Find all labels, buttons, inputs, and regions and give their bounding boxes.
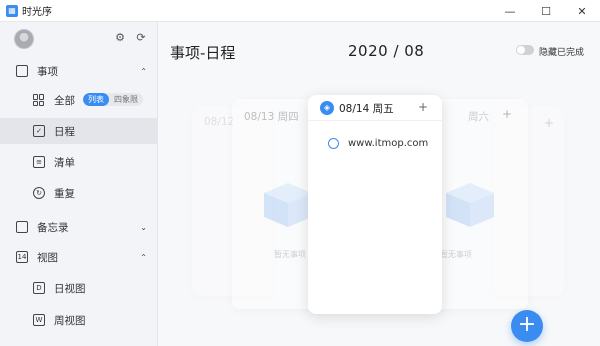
inbox-icon (16, 65, 28, 77)
add-task-plus-icon[interactable]: + (502, 107, 512, 121)
checkbox-icon: ✓ (33, 125, 45, 137)
sidebar-item-label: 事项 (37, 65, 58, 78)
avatar[interactable] (14, 29, 34, 49)
calendar-14-icon: 14 (16, 251, 28, 263)
sidebar-item-label: 全部 (54, 94, 75, 107)
hide-completed-toggle[interactable] (516, 45, 534, 55)
day-card-date: 08/12 (204, 116, 235, 128)
sidebar: ⚙ ⟳ 事项 ⌃ 全部 列表 四象限 ✓ 日程 ≡ 清单 ↻ 重复 备忘录 ⌄ … (0, 22, 158, 346)
repeat-icon: ↻ (33, 187, 45, 199)
sidebar-item-tasks[interactable]: 事项 ⌃ (0, 58, 157, 84)
settings-gear-icon[interactable]: ⚙ (113, 31, 127, 45)
list-icon: ≡ (33, 156, 45, 168)
day-view-icon: D (33, 282, 45, 294)
week-view-icon: W (33, 314, 45, 326)
sidebar-item-repeat[interactable]: ↻ 重复 (0, 180, 157, 206)
sidebar-item-list[interactable]: ≡ 清单 (0, 149, 157, 175)
calendar-badge-icon: ◈ (320, 101, 334, 115)
maximize-button[interactable]: ☐ (528, 0, 564, 22)
sync-refresh-icon[interactable]: ⟳ (134, 31, 148, 45)
sidebar-item-label: 日视图 (54, 282, 86, 295)
chevron-up-icon[interactable]: ⌃ (140, 253, 147, 262)
close-button[interactable]: ✕ (564, 0, 600, 22)
card-header: ◈ 08/14 周五 + (308, 95, 442, 121)
sidebar-item-memo[interactable]: 备忘录 ⌄ (0, 214, 157, 240)
memo-icon (16, 221, 28, 233)
view-mode-toggle: 列表 四象限 (83, 93, 143, 106)
day-card-0814[interactable]: ◈ 08/14 周五 + www.itmop.com (308, 95, 442, 314)
list-mode-button[interactable]: 列表 (83, 93, 109, 106)
add-task-plus-icon[interactable]: + (418, 100, 428, 114)
empty-state-text: 暂无事项 (440, 250, 472, 259)
chevron-down-icon[interactable]: ⌄ (140, 223, 147, 232)
task-checkbox[interactable] (328, 138, 339, 149)
add-task-plus-icon[interactable]: + (544, 116, 554, 130)
empty-box-illustration (446, 183, 494, 227)
sidebar-item-schedule[interactable]: ✓ 日程 (0, 118, 157, 144)
day-card-0815[interactable]: 周六 + 暂无事项 (428, 99, 528, 309)
sidebar-item-label: 日程 (54, 125, 75, 138)
day-card-date: 08/14 周五 (339, 103, 394, 115)
quadrant-mode-button[interactable]: 四象限 (109, 93, 143, 106)
sidebar-item-views[interactable]: 14 视图 ⌃ (0, 244, 157, 270)
day-card-date: 周六 (468, 111, 489, 123)
sidebar-item-label: 周视图 (54, 314, 86, 327)
minimize-button[interactable]: — (492, 0, 528, 22)
main-panel: 事项-日程 2020 / 08 隐藏已完成 08/12 + 08/13 周四 暂… (158, 22, 600, 346)
task-title: www.itmop.com (348, 138, 429, 149)
add-task-fab-button[interactable]: + (511, 310, 543, 342)
task-item[interactable]: www.itmop.com (328, 138, 428, 149)
title-bar: ▦ 时光序 — ☐ ✕ (0, 0, 600, 22)
chevron-up-icon[interactable]: ⌃ (140, 67, 147, 76)
sidebar-item-day-view[interactable]: D 日视图 (0, 275, 157, 301)
day-card-date: 08/13 周四 (244, 111, 299, 123)
grid-icon (33, 94, 45, 106)
sidebar-item-all[interactable]: 全部 列表 四象限 (0, 87, 157, 113)
hide-completed-label: 隐藏已完成 (539, 48, 585, 58)
sidebar-item-label: 备忘录 (37, 221, 69, 234)
sidebar-item-label: 重复 (54, 187, 75, 200)
sidebar-item-label: 清单 (54, 156, 75, 169)
sidebar-item-week-view[interactable]: W 周视图 (0, 307, 157, 333)
empty-state-text: 暂无事项 (274, 250, 306, 259)
calendar-app-icon: ▦ (6, 4, 18, 17)
page-title: 事项-日程 (170, 44, 236, 62)
window-title: 时光序 (22, 7, 52, 18)
sidebar-item-label: 视图 (37, 251, 58, 264)
month-label[interactable]: 2020 / 08 (348, 42, 424, 60)
